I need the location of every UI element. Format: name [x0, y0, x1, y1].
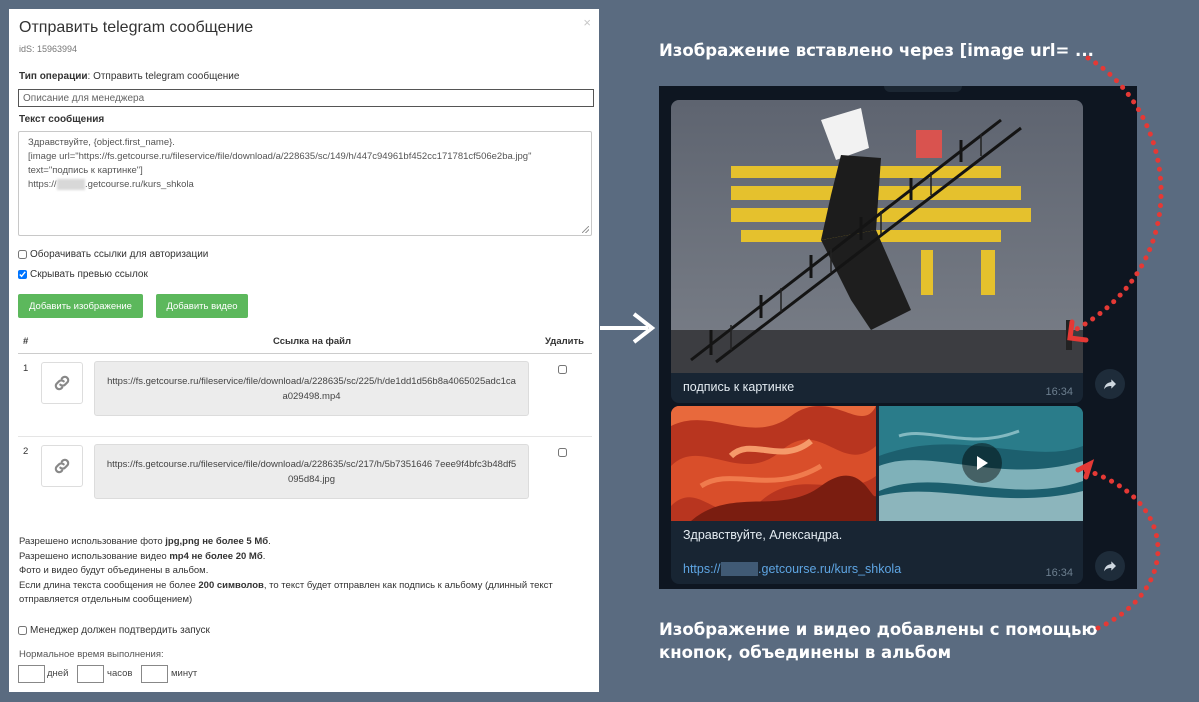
message-url-prefix: https:// — [28, 179, 57, 190]
operation-type: Тип операции: Отправить telegram сообщен… — [19, 71, 239, 82]
manager-confirm-row[interactable]: Менеджер должен подтвердить запуск — [18, 625, 210, 636]
manager-confirm-checkbox[interactable] — [18, 626, 27, 635]
message-line-1: Здравствуйте, {object.first_name}. — [28, 137, 175, 148]
telegram-message-image: подпись к картинке 16:34 — [671, 100, 1083, 403]
column-link-header: Ссылка на файл — [273, 336, 351, 347]
info-text: Если длина текста сообщения не более — [19, 579, 199, 591]
hide-preview-row[interactable]: Скрывать превью ссылок — [18, 269, 148, 280]
annotation-bottom-line2: кнопок, объединены в альбом — [659, 643, 952, 662]
message-text-label: Текст сообщения — [19, 114, 105, 125]
info-bold: 200 символов — [198, 579, 264, 591]
manager-description-input[interactable] — [18, 89, 594, 107]
link-suffix: .getcourse.ru/kurs_shkola — [758, 562, 902, 576]
minutes-label: минут — [171, 668, 198, 679]
file-url-2: https://fs.getcourse.ru/fileservice/file… — [94, 444, 529, 499]
message-time: 16:34 — [1045, 386, 1073, 398]
message-url-suffix: .getcourse.ru/kurs_shkola — [85, 179, 194, 190]
days-label: дней — [47, 668, 69, 679]
message-line-2: [image url="https://fs.getcourse.ru/file… — [28, 151, 532, 162]
message-line-4: https://xxxxxx.getcourse.ru/kurs_shkola — [28, 178, 582, 192]
link-icon[interactable] — [41, 362, 83, 404]
info-text: отправляется отдельным сообщением) — [19, 594, 193, 605]
info-text: , то текст будет отправлен как подпись к… — [263, 579, 553, 591]
photo-canyon[interactable] — [671, 406, 876, 521]
link-icon[interactable] — [41, 445, 83, 487]
hours-input[interactable] — [77, 665, 104, 683]
link-prefix: https:// — [683, 562, 721, 576]
column-number-header: # — [23, 336, 29, 347]
dialog-id: idS: 15963994 — [19, 44, 78, 54]
video-sea[interactable] — [879, 406, 1083, 521]
telegram-message-dialog: Отправить telegram сообщение × idS: 1596… — [9, 9, 599, 692]
message-line-3: text="подпись к картинке"] — [28, 165, 143, 176]
message-time: 16:34 — [1045, 567, 1073, 579]
info-text: Разрешено использование фото — [19, 536, 166, 547]
forward-icon[interactable] — [1095, 369, 1125, 399]
wrap-links-label: Оборачивать ссылки для авторизации — [30, 249, 209, 260]
minutes-input[interactable] — [141, 665, 168, 683]
delete-checkbox-2[interactable] — [558, 448, 567, 457]
album-caption: Здравствуйте, Александра. — [683, 528, 843, 542]
album-link[interactable]: https://xxxxxx.getcourse.ru/kurs_shkola — [683, 562, 901, 576]
message-url-hidden: xxxxxx — [56, 179, 86, 190]
normal-time-label: Нормальное время выполнения: — [19, 649, 164, 660]
row-number: 1 — [23, 363, 29, 374]
info-text: . — [268, 536, 271, 547]
column-delete-header: Удалить — [545, 336, 584, 347]
resize-handle[interactable] — [582, 226, 589, 233]
annotation-top: Изображение вставлено через [image url= … — [659, 41, 1094, 60]
hide-preview-checkbox[interactable] — [18, 270, 27, 279]
info-text: . — [262, 550, 266, 562]
image-caption: подпись к картинке — [683, 380, 795, 394]
dialog-title: Отправить telegram сообщение — [19, 19, 254, 36]
operation-type-value: : Отправить telegram сообщение — [87, 71, 240, 82]
play-icon[interactable] — [962, 443, 1002, 483]
forward-icon[interactable] — [1095, 551, 1125, 581]
add-image-button[interactable]: Добавить изображение — [18, 294, 143, 318]
photo-staircase[interactable] — [671, 100, 1083, 373]
row-divider — [18, 436, 592, 437]
hours-label: часов — [107, 668, 133, 679]
annotation-bottom: Изображение и видео добавлены с помощью … — [659, 618, 1098, 664]
add-video-button[interactable]: Добавить видео — [156, 294, 248, 318]
date-pill — [884, 86, 962, 92]
info-bold: mp4 не более 20 Мб — [169, 550, 263, 562]
annotation-bottom-line1: Изображение и видео добавлены с помощью — [659, 620, 1098, 639]
upload-rules-info: Разрешено использование фото jpg,png не … — [19, 535, 579, 608]
wrap-links-checkbox[interactable] — [18, 250, 27, 259]
manager-confirm-label: Менеджер должен подтвердить запуск — [30, 625, 210, 636]
row-number: 2 — [23, 446, 29, 457]
days-input[interactable] — [18, 665, 45, 683]
table-header-divider — [18, 353, 592, 354]
hide-preview-label: Скрывать превью ссылок — [30, 269, 148, 280]
telegram-message-album: Здравствуйте, Александра. https://xxxxxx… — [671, 406, 1083, 584]
delete-checkbox-1[interactable] — [558, 365, 567, 374]
telegram-preview: подпись к картинке 16:34 Здравствуйте, А… — [659, 86, 1137, 589]
message-text-area[interactable]: Здравствуйте, {object.first_name}. [image… — [18, 131, 592, 236]
wrap-links-row[interactable]: Оборачивать ссылки для авторизации — [18, 249, 208, 260]
link-hidden: xxxxxx — [720, 562, 759, 576]
info-text: Фото и видео будут объединены в альбом. — [19, 565, 209, 576]
info-text: Разрешено использование видео — [19, 550, 170, 562]
operation-type-label: Тип операции — [19, 71, 88, 82]
arrow-right-icon — [600, 312, 656, 344]
info-bold: jpg,png не более 5 Мб — [165, 536, 269, 547]
close-icon[interactable]: × — [583, 15, 591, 30]
file-url-1: https://fs.getcourse.ru/fileservice/file… — [94, 361, 529, 416]
